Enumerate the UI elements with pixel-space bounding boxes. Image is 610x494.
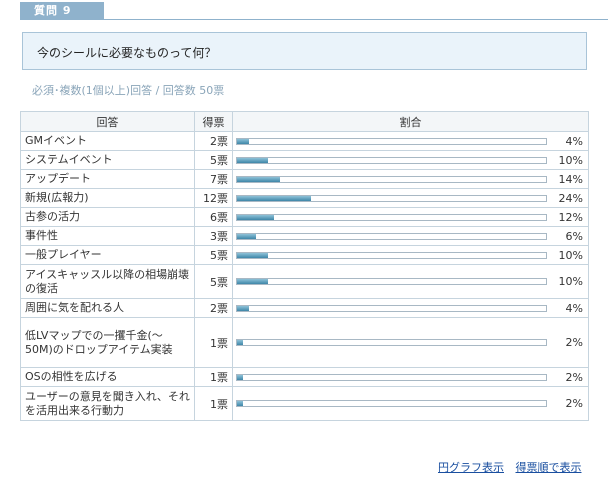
pie-chart-link[interactable]: 円グラフ表示 xyxy=(438,461,504,474)
ratio-cell: 2% xyxy=(232,317,589,368)
table-row: 周囲に気を配れる人 2票 4% xyxy=(20,298,589,318)
votes-cell: 5票 xyxy=(194,264,233,299)
answer-cell: OSの相性を広げる xyxy=(20,367,195,387)
votes-cell: 6票 xyxy=(194,207,233,227)
table-row: システムイベント 5票 10% xyxy=(20,150,589,170)
ratio-cell: 10% xyxy=(232,264,589,299)
answer-cell: 低LVマップでの一攫千金(〜50M)のドロップアイテム実装 xyxy=(20,317,195,368)
ratio-bar-track xyxy=(236,232,547,240)
votes-cell: 5票 xyxy=(194,245,233,265)
answer-cell: 事件性 xyxy=(20,226,195,246)
ratio-cell: 24% xyxy=(232,188,589,208)
votes-cell: 1票 xyxy=(194,367,233,387)
ratio-cell: 14% xyxy=(232,169,589,189)
ratio-cell: 10% xyxy=(232,150,589,170)
ratio-percent: 10% xyxy=(558,153,583,167)
votes-cell: 12票 xyxy=(194,188,233,208)
table-row: 新規(広報力) 12票 24% xyxy=(20,188,589,208)
ratio-cell: 4% xyxy=(232,298,589,318)
ratio-bar-fill xyxy=(237,195,312,201)
ratio-bar-fill xyxy=(237,214,275,220)
votes-cell: 1票 xyxy=(194,386,233,421)
ratio-bar-track xyxy=(236,339,547,346)
ratio-percent: 10% xyxy=(558,275,583,288)
table-row: ユーザーの意見を聞き入れ、それを活用出来る行動力 1票 2% xyxy=(20,386,589,421)
ratio-bar-fill xyxy=(237,157,268,163)
header-answer: 回答 xyxy=(20,111,195,132)
table-row: アップデート 7票 14% xyxy=(20,169,589,189)
answer-cell: アップデート xyxy=(20,169,195,189)
ratio-bar-fill xyxy=(237,252,268,258)
answer-cell: 古参の活力 xyxy=(20,207,195,227)
ratio-percent: 2% xyxy=(565,370,583,384)
votes-cell: 1票 xyxy=(194,317,233,368)
table-row: 一般プレイヤー 5票 10% xyxy=(20,245,589,265)
header-ratio: 割合 xyxy=(232,111,589,132)
answer-cell: 一般プレイヤー xyxy=(20,245,195,265)
ratio-percent: 2% xyxy=(565,336,583,349)
tab-divider xyxy=(20,19,608,20)
answer-cell: 周囲に気を配れる人 xyxy=(20,298,195,318)
sort-by-votes-link[interactable]: 得票順で表示 xyxy=(516,461,582,474)
ratio-percent: 4% xyxy=(565,301,583,315)
ratio-bar-track xyxy=(236,213,547,221)
votes-cell: 5票 xyxy=(194,150,233,170)
answer-cell: システムイベント xyxy=(20,150,195,170)
ratio-percent: 4% xyxy=(565,134,583,148)
table-row: アイスキャッスル以降の相場崩壊の復活 5票 10% xyxy=(20,264,589,299)
answer-summary: 必須･複数(1個以上)回答 / 回答数 50票 xyxy=(32,84,225,97)
ratio-bar-fill xyxy=(237,233,256,239)
results-table: 回答 得票 割合 GMイベント 2票 4% システムイベント 5票 10% アップデート 7票… xyxy=(20,111,589,421)
ratio-bar-track xyxy=(236,304,547,312)
ratio-percent: 2% xyxy=(565,397,583,410)
table-header-row: 回答 得票 割合 xyxy=(20,111,589,132)
ratio-bar-track xyxy=(236,278,547,285)
question-text: 今のシールに必要なものって何？ xyxy=(37,46,217,60)
view-links: 円グラフ表示 得票順で表示 xyxy=(438,459,582,475)
ratio-percent: 10% xyxy=(558,248,583,262)
votes-cell: 3票 xyxy=(194,226,233,246)
ratio-percent: 12% xyxy=(558,210,583,224)
ratio-bar-track xyxy=(236,175,547,183)
answer-cell: 新規(広報力) xyxy=(20,188,195,208)
ratio-bar-track xyxy=(236,251,547,259)
ratio-cell: 4% xyxy=(232,131,589,151)
table-row: OSの相性を広げる 1票 2% xyxy=(20,367,589,387)
ratio-bar-fill xyxy=(237,176,281,182)
ratio-bar-track xyxy=(236,400,547,407)
ratio-bar-fill xyxy=(237,374,244,380)
answer-cell: GMイベント xyxy=(20,131,195,151)
votes-cell: 2票 xyxy=(194,131,233,151)
table-row: GMイベント 2票 4% xyxy=(20,131,589,151)
votes-cell: 7票 xyxy=(194,169,233,189)
question-tab: 質問 9 xyxy=(20,2,104,20)
ratio-bar-fill xyxy=(237,340,244,345)
votes-cell: 2票 xyxy=(194,298,233,318)
ratio-bar-fill xyxy=(237,138,250,144)
ratio-bar-track xyxy=(236,137,547,145)
ratio-cell: 12% xyxy=(232,207,589,227)
ratio-bar-fill xyxy=(237,401,244,406)
ratio-bar-fill xyxy=(237,279,268,284)
answer-cell: ユーザーの意見を聞き入れ、それを活用出来る行動力 xyxy=(20,386,195,421)
ratio-cell: 2% xyxy=(232,367,589,387)
table-row: 事件性 3票 6% xyxy=(20,226,589,246)
answer-cell: アイスキャッスル以降の相場崩壊の復活 xyxy=(20,264,195,299)
ratio-percent: 14% xyxy=(558,172,583,186)
ratio-cell: 10% xyxy=(232,245,589,265)
ratio-bar-track xyxy=(236,156,547,164)
table-row: 古参の活力 6票 12% xyxy=(20,207,589,227)
header-votes: 得票 xyxy=(194,111,233,132)
question-box: 今のシールに必要なものって何？ xyxy=(22,32,587,70)
ratio-cell: 6% xyxy=(232,226,589,246)
ratio-bar-track xyxy=(236,373,547,381)
table-row: 低LVマップでの一攫千金(〜50M)のドロップアイテム実装 1票 2% xyxy=(20,317,589,368)
ratio-bar-fill xyxy=(237,305,250,311)
ratio-percent: 6% xyxy=(565,229,583,243)
ratio-percent: 24% xyxy=(558,191,583,205)
ratio-bar-track xyxy=(236,194,547,202)
ratio-cell: 2% xyxy=(232,386,589,421)
